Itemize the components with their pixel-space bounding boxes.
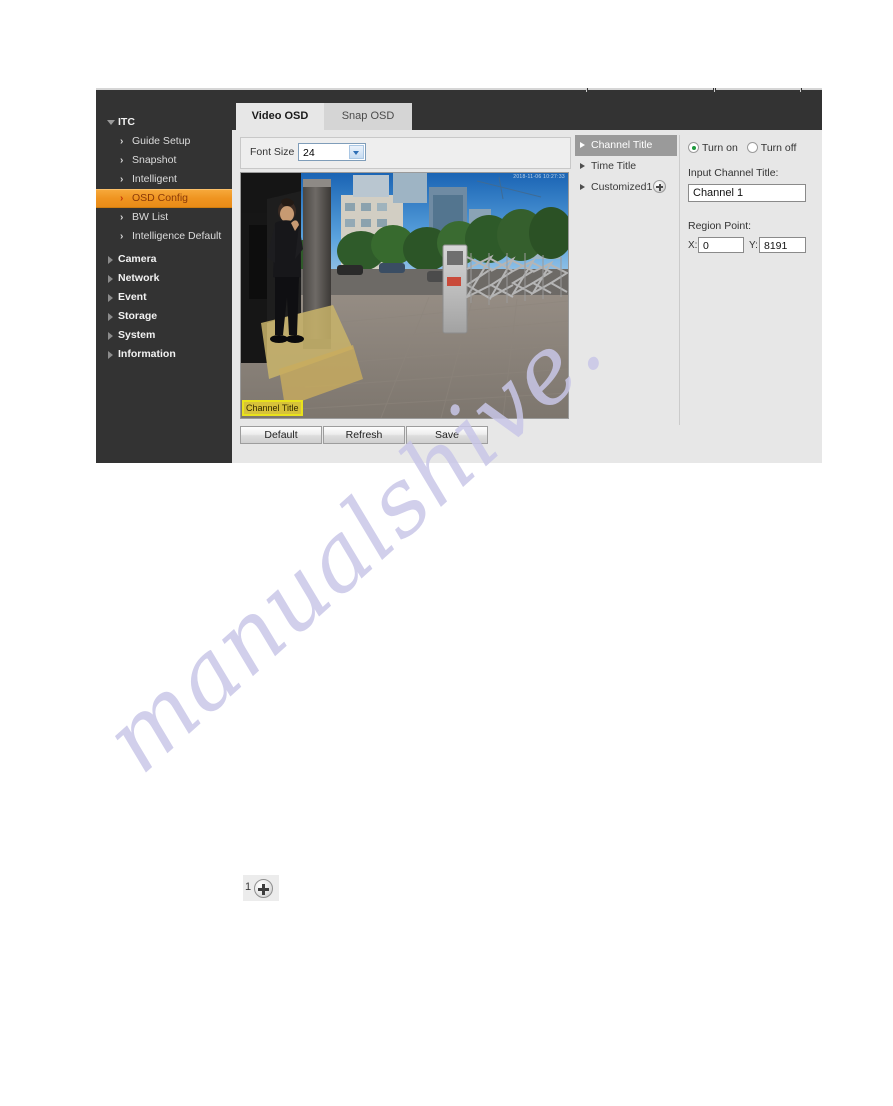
sidebar-item-label: ITC [118,116,135,128]
sidebar-item-label: Snapshot [132,154,177,166]
top-menu-bar [96,88,822,103]
tab-label: Snap OSD [341,110,395,122]
top-menu-underline-3 [716,88,800,90]
osd-config-panel: Font Size 24 2018-11-06 10:27:33 Channel… [232,130,822,463]
x-coordinate-label: X: [688,240,698,251]
chevron-right-icon: › [120,174,124,185]
video-timestamp-overlay: 2018-11-06 10:27:33 [513,174,565,180]
panel-divider [679,135,680,425]
chevron-right-icon [108,313,113,321]
top-menu-underline-2 [588,88,713,90]
sidebar-item-osd-config[interactable]: › OSD Config [96,189,232,208]
add-customized-icon[interactable] [653,180,667,193]
sidebar-item-storage[interactable]: Storage [96,307,232,326]
tab-snap-osd[interactable]: Snap OSD [324,103,412,130]
sidebar-item-guide-setup[interactable]: › Guide Setup [96,132,232,151]
sidebar-item-bw-list[interactable]: › BW List [96,208,232,227]
save-button[interactable]: Save [406,426,488,444]
sidebar-item-label: OSD Config [132,192,189,204]
enable-radio-group: Turn on Turn off [688,142,805,154]
top-menu-separator-1 [586,88,587,92]
content-area: Video OSD Snap OSD Font Size 24 2018-11-… [232,103,822,463]
font-size-select[interactable]: 24 [298,143,366,161]
top-menu-underline-4 [802,88,822,90]
sidebar-item-intelligent[interactable]: › Intelligent [96,170,232,189]
osd-list-item-customized1[interactable]: Customized1 [575,177,677,198]
font-size-label: Font Size [250,146,295,158]
sidebar-item-snapshot[interactable]: › Snapshot [96,151,232,170]
page-root: manualshive. ITC › Guide Setup › Snapsho… [0,0,893,1106]
plus-circle-icon[interactable] [254,879,273,898]
input-channel-title-label: Input Channel Title: [688,167,779,179]
osd-properties-panel: Turn on Turn off Input Channel Title: Cha… [687,135,817,460]
turn-off-radio[interactable] [746,142,758,153]
sidebar-item-itc[interactable]: ITC [96,113,232,132]
osd-list-item-label: Channel Title [591,139,653,151]
y-coordinate-label: Y: [749,240,758,251]
tab-bar: Video OSD Snap OSD [232,103,822,130]
osd-list-item-channel-title[interactable]: Channel Title [575,135,677,156]
sidebar-item-information[interactable]: Information [96,345,232,364]
chevron-right-icon [108,256,113,264]
font-size-value: 24 [303,147,315,159]
action-button-row: Default Refresh Save [240,426,570,446]
chevron-right-icon [108,275,113,283]
sidebar-item-event[interactable]: Event [96,288,232,307]
chevron-right-icon: › [120,212,124,223]
osd-list-item-time-title[interactable]: Time Title [575,156,677,177]
osd-element-list: Channel Title Time Title Customized1 [575,135,677,460]
font-size-row: Font Size 24 [240,137,571,169]
top-menu-underline [96,88,586,90]
sidebar-item-label: Event [118,291,147,303]
region-point-label: Region Point: [688,220,752,232]
chevron-right-icon: › [120,155,124,166]
osd-list-item-label: Customized1 [591,181,653,193]
y-coordinate-input[interactable]: 8191 [759,237,806,253]
turn-on-label: Turn on [702,142,738,154]
chevron-down-icon[interactable] [349,145,364,159]
default-button[interactable]: Default [240,426,322,444]
turn-off-label: Turn off [760,142,797,154]
sidebar-item-label: Intelligence Default [132,230,222,242]
chevron-right-icon [108,332,113,340]
add-customized-widget[interactable]: 1 [243,875,279,901]
sidebar-item-label: Information [118,348,176,360]
chevron-right-icon [108,351,113,359]
channel-title-input[interactable]: Channel 1 [688,184,806,202]
sidebar-item-intelligence-default[interactable]: › Intelligence Default [96,227,232,246]
add-widget-number: 1 [245,881,252,893]
chevron-right-icon [580,142,585,148]
sidebar-item-network[interactable]: Network [96,269,232,288]
sidebar-item-system[interactable]: System [96,326,232,345]
x-coordinate-input[interactable]: 0 [698,237,744,253]
refresh-button[interactable]: Refresh [323,426,405,444]
chevron-right-icon: › [120,136,124,147]
sidebar-item-label: Intelligent [132,173,177,185]
osd-channel-title-overlay[interactable]: Channel Title [242,400,303,416]
device-web-ui: ITC › Guide Setup › Snapshot › Intellige… [96,88,822,463]
tab-label: Video OSD [251,110,309,122]
top-menu-separator-2 [714,88,715,92]
turn-on-radio[interactable] [688,142,699,153]
chevron-right-icon [108,294,113,302]
sidebar-item-label: Guide Setup [132,135,191,147]
osd-list-item-label: Time Title [591,160,637,172]
sidebar-item-label: BW List [132,211,169,223]
chevron-right-icon [580,163,585,169]
chevron-down-icon [107,120,115,125]
top-menu-separator-3 [800,88,801,92]
sidebar-item-label: System [118,329,156,341]
video-preview[interactable]: 2018-11-06 10:27:33 Channel Title [240,172,569,419]
chevron-right-icon: › [120,193,124,204]
sidebar: ITC › Guide Setup › Snapshot › Intellige… [96,103,232,463]
sidebar-item-label: Network [118,272,160,284]
sidebar-item-label: Camera [118,253,157,265]
chevron-right-icon: › [120,231,124,242]
tab-video-osd[interactable]: Video OSD [236,103,324,130]
sidebar-item-camera[interactable]: Camera [96,250,232,269]
chevron-right-icon [580,184,585,190]
video-preview-image [241,173,568,418]
sidebar-item-label: Storage [118,310,158,322]
